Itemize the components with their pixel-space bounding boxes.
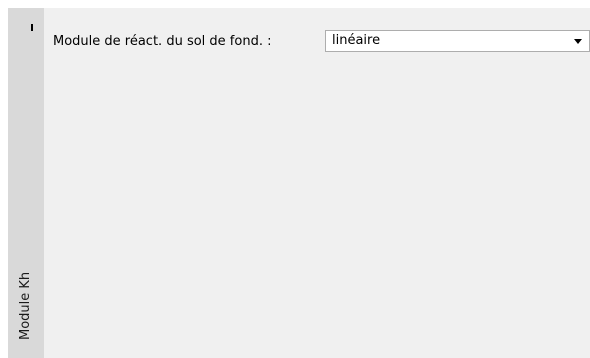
side-tab-module-kh[interactable]: Module Kh — [8, 8, 44, 358]
panel: Module Kh Module de réact. du sol de fon… — [8, 8, 590, 358]
grip-icon — [31, 24, 33, 31]
side-tab-label: Module Kh — [18, 271, 33, 340]
subgrade-modulus-select[interactable]: linéaire — [325, 30, 590, 52]
subgrade-modulus-label: Module de réact. du sol de fond. : — [53, 34, 272, 49]
chevron-down-icon — [574, 39, 582, 44]
subgrade-modulus-value: linéaire — [332, 33, 381, 48]
